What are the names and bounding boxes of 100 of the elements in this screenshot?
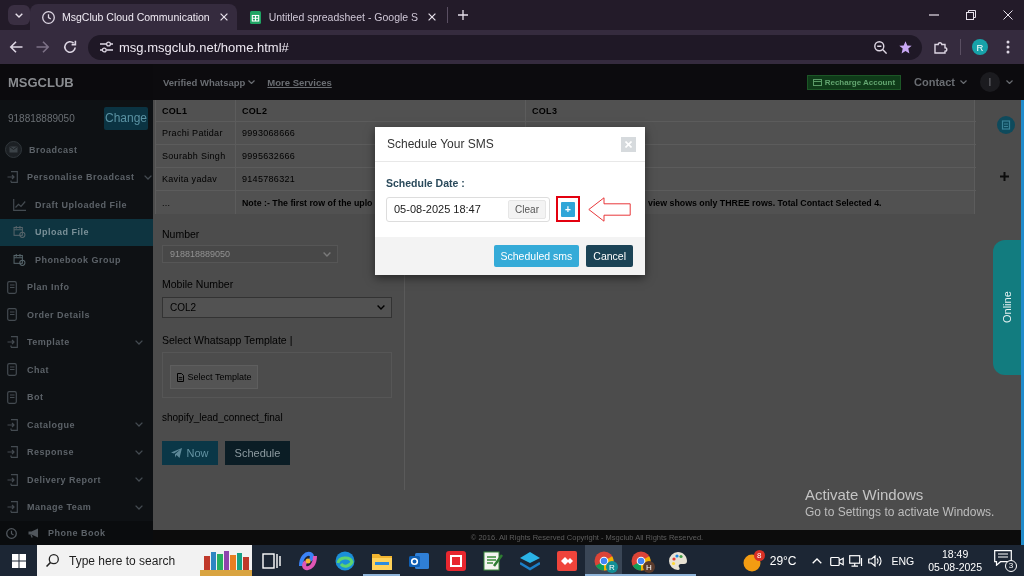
site-settings-icon[interactable] xyxy=(100,41,113,53)
change-button[interactable]: Change xyxy=(104,106,148,130)
schedule-button[interactable]: Schedule xyxy=(225,441,290,465)
select-template-button[interactable]: Select Template xyxy=(170,365,258,389)
caret-icon xyxy=(960,80,967,84)
sidebar-item[interactable]: Personalise Broadcast xyxy=(0,163,153,191)
language-indicator[interactable]: ENG xyxy=(891,554,915,567)
clock-time[interactable]: 18:49 xyxy=(942,547,969,561)
close-icon[interactable] xyxy=(428,13,437,21)
scrollbar-thumb[interactable] xyxy=(1021,100,1024,545)
note-text: view shows only THREE rows. Total Contact Selected 4. xyxy=(648,197,882,208)
sidebar-item[interactable]: Response xyxy=(0,438,153,466)
layers-app-icon xyxy=(519,550,540,571)
column-header: COL2 xyxy=(236,100,526,122)
sidebar-item[interactable]: Phone Book xyxy=(48,528,106,538)
books-icon xyxy=(200,550,252,576)
search-field[interactable]: Type here to search xyxy=(37,545,252,576)
date-field[interactable]: 05-08-2025 18:47 Clear xyxy=(386,196,550,222)
spreadsheet-icon xyxy=(248,10,262,24)
sidebar-item[interactable]: Broadcast xyxy=(0,136,153,164)
note-text: Note :- The first row of the uplo xyxy=(242,197,373,208)
windows-logo-icon[interactable] xyxy=(12,553,26,568)
select-field[interactable]: COL2 xyxy=(162,297,392,318)
sidebar-item[interactable]: Bot xyxy=(0,383,153,411)
browser-tab[interactable]: MsgClub Cloud Communication xyxy=(30,4,237,30)
sidebar-subitem[interactable]: Upload File xyxy=(0,218,153,246)
clock-icon[interactable] xyxy=(6,527,17,539)
star-icon[interactable] xyxy=(899,40,912,54)
camera-icon[interactable] xyxy=(829,554,844,567)
notifications-button[interactable]: 3 xyxy=(994,549,1017,572)
add-button[interactable]: + xyxy=(561,201,575,217)
sidebar-item[interactable]: Template xyxy=(0,328,153,356)
taskbar-button[interactable]: H xyxy=(622,545,659,576)
task-view-icon xyxy=(260,550,281,571)
envelope-icon xyxy=(5,141,22,159)
weather-widget[interactable]: 8 29°C xyxy=(742,549,797,572)
close-icon[interactable] xyxy=(219,13,228,21)
login-icon xyxy=(7,446,18,459)
caret-icon[interactable] xyxy=(1006,80,1013,84)
chart-icon xyxy=(13,198,26,211)
profile-avatar[interactable]: R xyxy=(972,39,988,55)
wave-logo-icon xyxy=(334,550,355,571)
login-icon xyxy=(7,418,18,431)
browser-tab[interactable]: Untitled spreadsheet - Google S xyxy=(236,4,446,30)
cancel-button[interactable]: Cancel xyxy=(586,245,633,267)
network-icon[interactable] xyxy=(848,554,863,567)
sidebar-item[interactable]: Order Details xyxy=(0,301,153,329)
restore-icon[interactable] xyxy=(966,10,976,20)
caret-icon xyxy=(248,80,256,84)
login-icon xyxy=(7,473,18,486)
nav-dropdown[interactable]: Verified Whatsapp xyxy=(163,76,256,88)
clear-button[interactable]: Clear xyxy=(508,199,546,219)
field-label: Select Whatsapp Template | xyxy=(162,333,293,347)
chevron-down-icon xyxy=(135,449,143,455)
login-icon xyxy=(7,501,18,514)
chevron-up-icon[interactable] xyxy=(811,557,822,564)
field-label: Schedule Date : xyxy=(386,177,465,190)
activation-title: Activate Windows xyxy=(805,486,924,503)
recharge-button[interactable]: Recharge Account xyxy=(806,74,902,90)
sidebar-item[interactable]: Plan Info xyxy=(0,273,153,301)
table-cell: Prachi Patidar xyxy=(156,122,236,145)
template-name: shopify_lead_connect_final xyxy=(162,411,283,425)
new-tab-icon[interactable] xyxy=(458,10,469,20)
send-now-button[interactable]: Now xyxy=(162,441,218,465)
sidebar-subitem[interactable]: Phonebook Group xyxy=(0,246,153,274)
clock-date[interactable]: 05-08-2025 xyxy=(928,560,982,574)
close-icon[interactable] xyxy=(1003,10,1013,20)
taskbar-button[interactable]: R xyxy=(585,545,622,576)
schedule-sms-button[interactable]: Scheduled sms xyxy=(493,245,580,267)
sidebar-item[interactable]: Delivery Report xyxy=(0,466,153,494)
chevron-down-icon xyxy=(135,477,143,483)
nav-link[interactable]: More Services xyxy=(267,76,332,88)
tab-list-button[interactable] xyxy=(8,5,30,25)
activation-text: Go to Settings to activate Windows. xyxy=(805,505,995,519)
sidebar-subitem[interactable]: Draft Uploaded File xyxy=(0,191,153,219)
notepad-icon xyxy=(482,550,503,571)
calendar-clock-icon xyxy=(13,226,26,239)
account-number: 918818889050 xyxy=(8,112,75,124)
reload-icon[interactable] xyxy=(63,40,77,54)
contact-dropdown[interactable]: Contact xyxy=(914,76,967,88)
sun-icon xyxy=(742,553,761,572)
brand-name: MSGCLUB xyxy=(8,74,74,90)
sidebar-item[interactable]: Chat xyxy=(0,356,153,384)
column-header: COL1 xyxy=(156,100,236,122)
puzzle-icon[interactable] xyxy=(934,40,948,54)
table-cell: Kavita yadav xyxy=(156,168,236,191)
back-icon[interactable] xyxy=(9,40,23,54)
forward-icon[interactable] xyxy=(36,40,50,54)
menu-icon[interactable] xyxy=(1006,40,1010,54)
address-bar[interactable]: msg.msgclub.net/home.html# xyxy=(88,34,922,60)
swirl-logo-icon xyxy=(297,550,318,571)
zoom-out-icon[interactable] xyxy=(874,40,887,54)
online-tab[interactable]: Online xyxy=(993,240,1021,375)
sidebar-item[interactable]: Manage Team xyxy=(0,493,153,521)
column-header: COL3 xyxy=(526,100,976,122)
megaphone-icon[interactable] xyxy=(28,528,40,538)
diamond-app-icon xyxy=(556,550,577,571)
alert-badge: 8 xyxy=(753,549,765,561)
sidebar-item[interactable]: Catalogue xyxy=(0,411,153,439)
volume-icon[interactable] xyxy=(867,554,882,567)
